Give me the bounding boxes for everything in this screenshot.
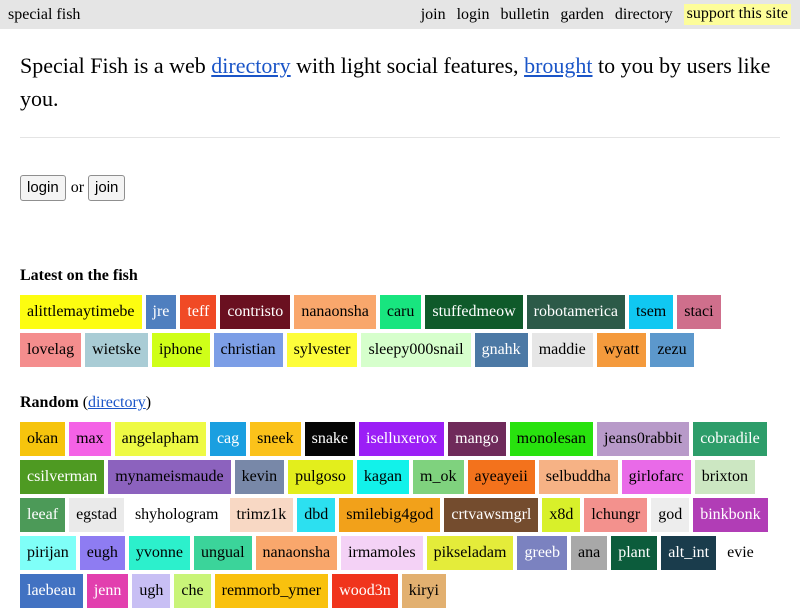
user-tag[interactable]: shyhologram — [127, 498, 226, 532]
nav-garden[interactable]: garden — [560, 6, 604, 24]
user-tag[interactable]: kagan — [356, 460, 410, 494]
random-users-list: okan max angelapham cag sneek snake iselluxero… — [20, 422, 780, 612]
user-tag[interactable]: lovelag — [20, 333, 82, 367]
nav-bulletin[interactable]: bulletin — [500, 6, 549, 24]
user-tag[interactable]: max — [69, 422, 111, 456]
auth-row: login or join — [20, 175, 780, 201]
random-directory-link[interactable]: directory — [88, 394, 146, 411]
user-tag[interactable]: laebeau — [20, 574, 83, 608]
user-tag[interactable]: snake — [304, 422, 356, 456]
user-tag[interactable]: christian — [213, 333, 283, 367]
user-tag[interactable]: okan — [20, 422, 66, 456]
user-tag[interactable]: crtvawsmgrl — [444, 498, 539, 532]
user-tag[interactable]: jenn — [86, 574, 129, 608]
user-tag[interactable]: x8d — [542, 498, 581, 532]
user-tag[interactable]: nanaonsha — [255, 536, 338, 570]
intro-brought-link[interactable]: brought — [524, 53, 592, 78]
user-tag[interactable]: eugh — [79, 536, 125, 570]
user-tag[interactable]: pikseladam — [426, 536, 514, 570]
top-bar: special fish join login bulletin garden dire… — [0, 0, 800, 29]
join-button[interactable]: join — [88, 175, 126, 201]
user-tag[interactable]: iphone — [151, 333, 210, 367]
user-tag[interactable]: iselluxerox — [359, 422, 445, 456]
or-label: or — [70, 179, 85, 196]
nav-login[interactable]: login — [457, 6, 490, 24]
user-tag[interactable]: selbuddha — [538, 460, 618, 494]
login-button[interactable]: login — [20, 175, 66, 201]
random-heading-label: Random — [20, 394, 79, 411]
user-tag[interactable]: caru — [379, 295, 422, 329]
nav-join[interactable]: join — [421, 6, 446, 24]
user-tag[interactable]: leeaf — [20, 498, 66, 532]
user-tag[interactable]: irmamoles — [341, 536, 423, 570]
user-tag[interactable]: teff — [180, 295, 217, 329]
intro-text: Special Fish is a web directory with lig… — [20, 49, 780, 138]
user-tag[interactable]: che — [174, 574, 211, 608]
user-tag[interactable]: sleepy000snail — [361, 333, 471, 367]
user-tag[interactable]: wood3n — [332, 574, 398, 608]
user-tag[interactable]: ana — [571, 536, 608, 570]
user-tag[interactable]: stuffedmeow — [425, 295, 523, 329]
user-tag[interactable]: pirijan — [20, 536, 76, 570]
user-tag[interactable]: kevin — [234, 460, 285, 494]
user-tag[interactable]: sylvester — [286, 333, 358, 367]
user-tag[interactable]: gnahk — [474, 333, 528, 367]
user-tag[interactable]: maddie — [531, 333, 593, 367]
intro-directory-link[interactable]: directory — [211, 53, 290, 78]
user-tag[interactable]: girlofarc — [621, 460, 691, 494]
user-tag[interactable]: trimz1k — [229, 498, 294, 532]
user-tag[interactable]: ayeayeii — [467, 460, 535, 494]
nav-directory[interactable]: directory — [615, 6, 673, 24]
user-tag[interactable]: nanaonsha — [294, 295, 376, 329]
random-paren-close: ) — [145, 394, 152, 411]
random-heading: Random (directory) — [20, 394, 780, 412]
user-tag[interactable]: lchungr — [584, 498, 648, 532]
main-content: Special Fish is a web directory with lig… — [0, 49, 800, 612]
user-tag[interactable]: angelapham — [114, 422, 206, 456]
user-tag[interactable]: binkbonk — [693, 498, 768, 532]
latest-heading: Latest on the fish — [20, 267, 138, 284]
user-tag[interactable]: greeb — [517, 536, 568, 570]
user-tag[interactable]: smilebig4god — [339, 498, 441, 532]
user-tag[interactable]: monolesan — [509, 422, 593, 456]
user-tag[interactable]: cag — [209, 422, 247, 456]
user-tag[interactable]: m_ok — [413, 460, 464, 494]
random-paren-open: ( — [78, 394, 89, 411]
user-tag[interactable]: wietske — [85, 333, 148, 367]
user-tag[interactable]: alt_int — [661, 536, 717, 570]
nav-support[interactable]: support this site — [683, 4, 791, 25]
site-brand[interactable]: special fish — [8, 6, 80, 24]
user-tag[interactable]: egstad — [69, 498, 124, 532]
user-tag[interactable]: cobradile — [693, 422, 767, 456]
user-tag[interactable]: sneek — [250, 422, 301, 456]
intro-text-part: with light social features, — [290, 53, 525, 78]
user-tag[interactable]: jeans0rabbit — [597, 422, 690, 456]
user-tag[interactable]: tsem — [629, 295, 674, 329]
user-tag[interactable]: plant — [611, 536, 658, 570]
user-tag[interactable]: kiryi — [401, 574, 446, 608]
latest-users-list: alittlemaytimebe jre teff contristo nanaonsh… — [20, 295, 780, 371]
top-nav: join login bulletin garden directory support … — [410, 4, 791, 25]
user-tag[interactable]: ugh — [132, 574, 171, 608]
user-tag[interactable]: brixton — [694, 460, 755, 494]
intro-text-part: Special Fish is a web — [20, 53, 212, 78]
user-tag[interactable]: csilverman — [20, 460, 105, 494]
user-tag[interactable]: yvonne — [128, 536, 190, 570]
user-tag[interactable]: wyatt — [596, 333, 647, 367]
user-tag[interactable]: robotamerica — [526, 295, 626, 329]
user-tag[interactable]: zezu — [650, 333, 694, 367]
user-tag[interactable]: mango — [448, 422, 506, 456]
user-tag[interactable]: contristo — [220, 295, 291, 329]
user-tag[interactable]: staci — [677, 295, 721, 329]
user-tag[interactable]: remmorb_ymer — [214, 574, 329, 608]
user-tag[interactable]: pulgoso — [288, 460, 353, 494]
user-tag[interactable]: ungual — [193, 536, 252, 570]
user-tag[interactable]: god — [651, 498, 690, 532]
user-tag[interactable]: dbd — [297, 498, 336, 532]
user-tag[interactable]: jre — [145, 295, 177, 329]
user-tag[interactable]: evie — [720, 536, 761, 570]
user-tag[interactable]: alittlemaytimebe — [20, 295, 142, 329]
user-tag[interactable]: mynameismaude — [108, 460, 231, 494]
